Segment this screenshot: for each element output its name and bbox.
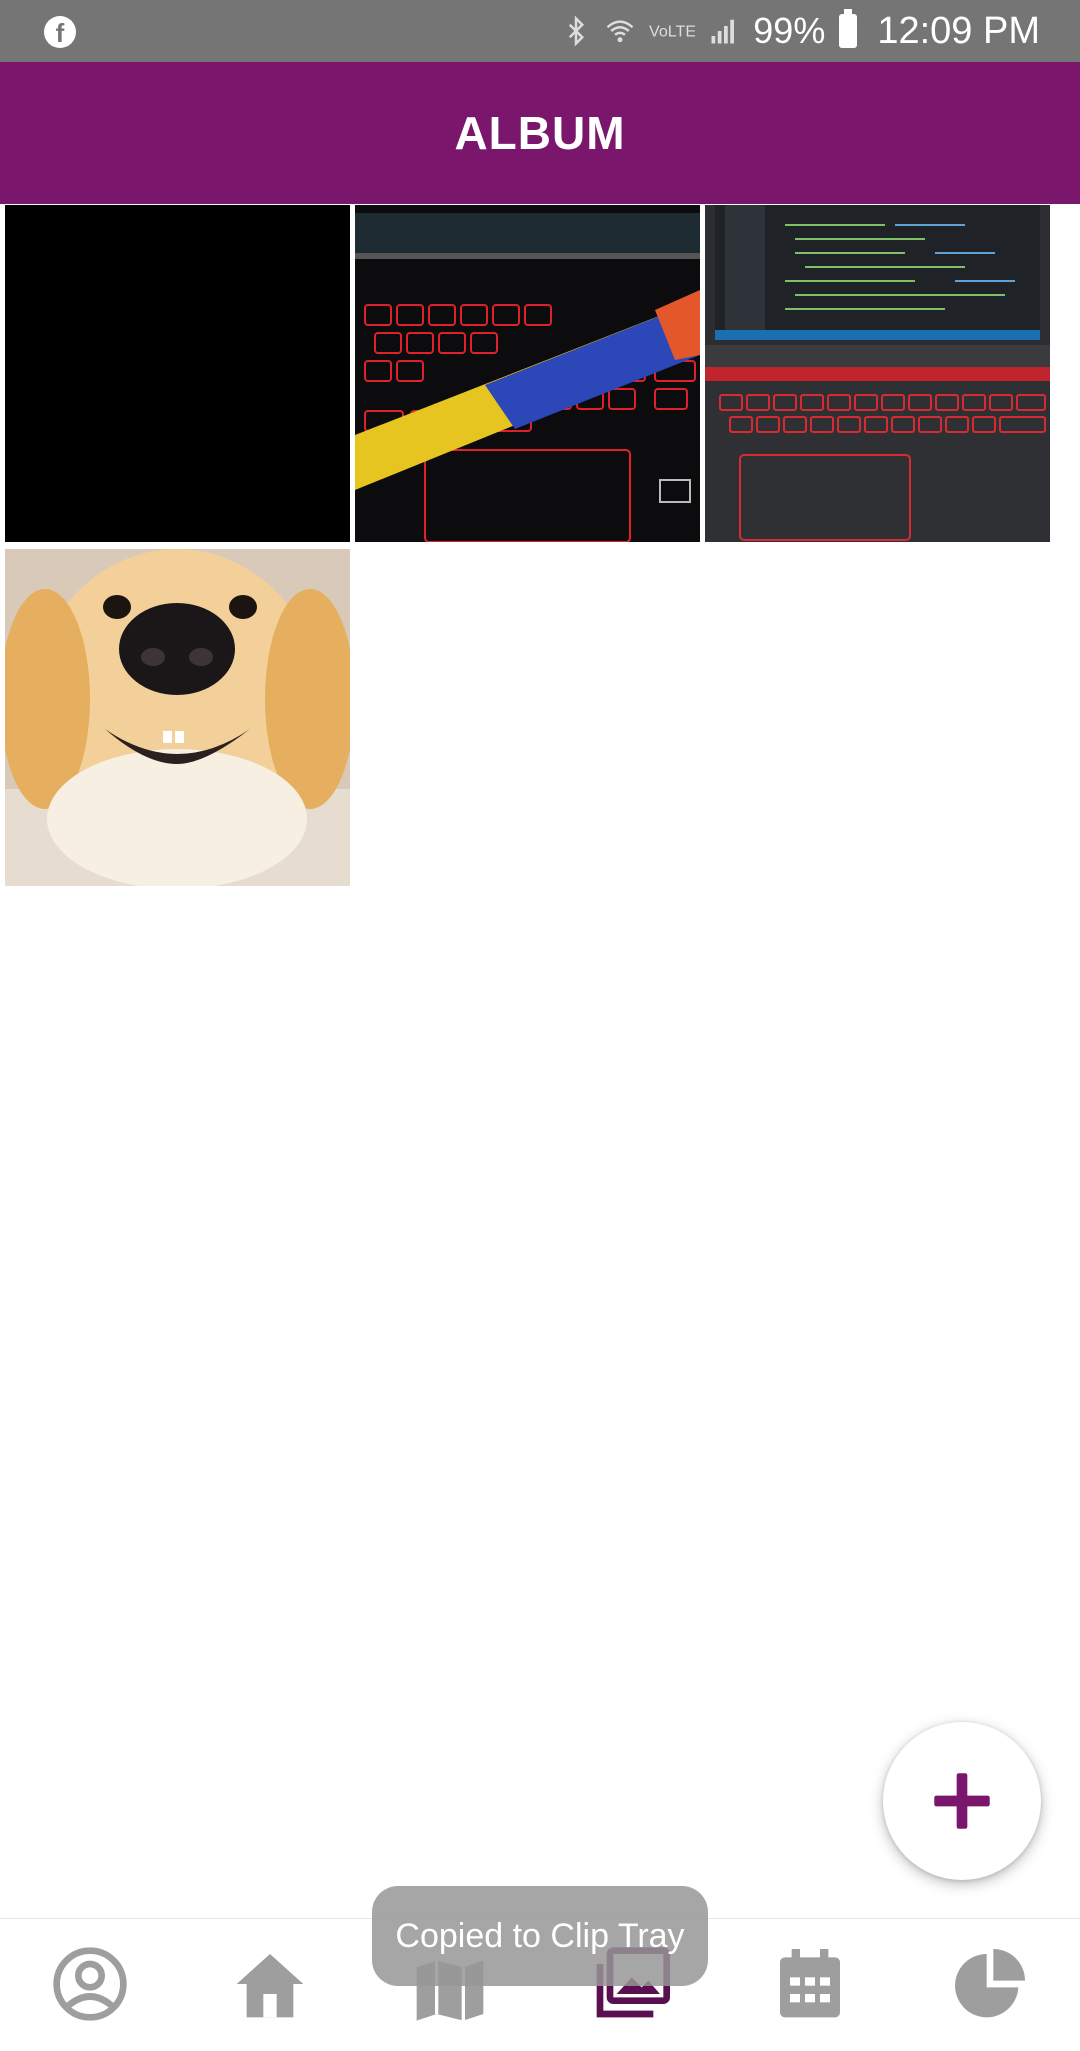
- pie-chart-icon: [955, 1949, 1025, 2018]
- photo-laptop-code[interactable]: [705, 205, 1050, 542]
- profile-icon: [53, 1947, 127, 2021]
- battery-percent: 99%: [753, 10, 826, 51]
- wifi-icon: [606, 20, 634, 43]
- status-bar: f VoLTE 99% 12:09 PM: [0, 0, 1080, 62]
- page-title: ALBUM: [454, 107, 626, 159]
- signal-icon: [711, 19, 735, 44]
- nav-profile[interactable]: [40, 1939, 140, 2029]
- status-icons: VoLTE 99% 12:09 PM: [561, 0, 1040, 62]
- plus-icon: [934, 1773, 990, 1829]
- nav-stats[interactable]: [940, 1939, 1040, 2029]
- bluetooth-icon: [569, 16, 585, 46]
- app-bar: ALBUM: [0, 62, 1080, 204]
- add-photo-button[interactable]: [883, 1722, 1041, 1880]
- photo-black[interactable]: [5, 205, 350, 542]
- nav-calendar[interactable]: [760, 1939, 860, 2029]
- photo-dog[interactable]: [5, 549, 350, 886]
- photo-dog-image: [5, 549, 350, 886]
- photo-keyboard-pen-image: [355, 205, 700, 542]
- toast-message: Copied to Clip Tray: [372, 1886, 708, 1986]
- photo-black-image: [5, 205, 350, 542]
- nav-home[interactable]: [220, 1939, 320, 2029]
- calendar-icon: [780, 1949, 840, 2018]
- battery-icon: [839, 9, 858, 48]
- status-time: 12:09 PM: [877, 9, 1040, 52]
- photo-laptop-code-image: [705, 205, 1050, 542]
- volte-icon: VoLTE: [649, 23, 695, 41]
- photo-keyboard-pen[interactable]: [355, 205, 700, 542]
- facebook-icon: f: [44, 16, 76, 48]
- svg-text:VoLTE: VoLTE: [649, 23, 695, 41]
- home-icon: [236, 1954, 304, 2018]
